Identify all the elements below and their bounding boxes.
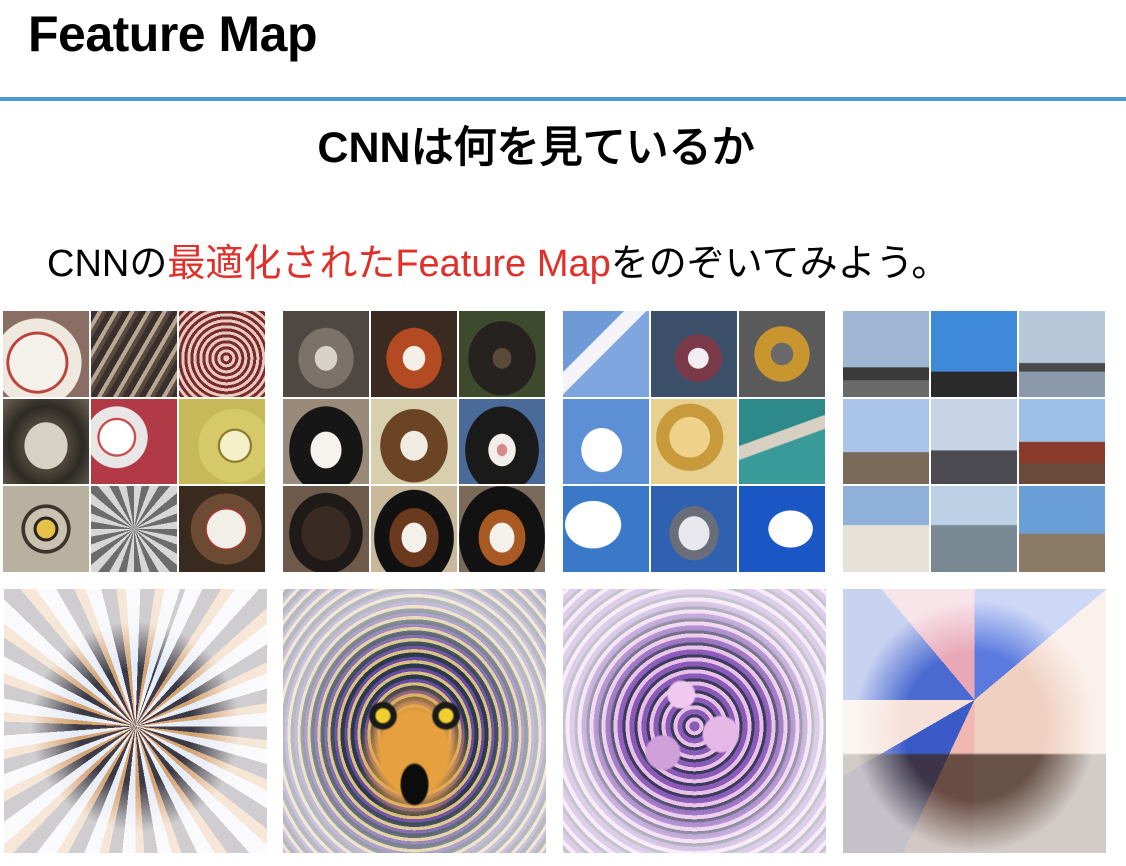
image-patch — [739, 486, 825, 572]
feature-visualization-dog — [283, 589, 546, 853]
image-patch — [739, 398, 825, 485]
image-patch — [91, 398, 177, 485]
image-patch — [179, 486, 265, 572]
image-patch — [371, 486, 457, 572]
patch-grid-clouds — [563, 311, 825, 572]
image-patch — [931, 311, 1017, 397]
image-patch — [563, 311, 649, 397]
image-patch — [1019, 311, 1105, 397]
image-patch — [91, 486, 177, 572]
image-patch — [739, 311, 825, 397]
image-patch — [1019, 486, 1105, 572]
caption-highlight: 最適化されたFeature Map — [167, 243, 611, 285]
image-patch — [3, 486, 89, 572]
image-patch — [371, 398, 457, 485]
image-patch — [651, 398, 737, 485]
image-patch — [843, 311, 929, 397]
image-patch — [563, 398, 649, 485]
image-patch — [651, 311, 737, 397]
feature-visualization-building — [843, 589, 1106, 853]
image-patch — [91, 311, 177, 397]
image-patch — [3, 311, 89, 397]
title-divider — [0, 97, 1126, 101]
image-patch — [283, 398, 369, 485]
feature-visualization-clouds — [563, 589, 826, 853]
image-patch — [179, 398, 265, 485]
image-patch — [459, 398, 545, 485]
patch-grid-buildings — [843, 311, 1105, 572]
image-patch — [3, 398, 89, 485]
slide-caption: CNNの最適化されたFeature Mapをのぞいてみよう。 — [47, 236, 949, 292]
image-patch — [371, 311, 457, 397]
caption-suffix: をのぞいてみよう。 — [610, 243, 950, 285]
image-patch — [931, 398, 1017, 485]
slide-title: Feature Map — [28, 6, 318, 62]
image-patch — [563, 486, 649, 572]
image-patch — [931, 486, 1017, 572]
caption-prefix: CNNの — [47, 243, 168, 285]
patch-grid-baseball — [3, 311, 265, 572]
slide-heading: CNNは何を見ているか — [317, 124, 755, 172]
image-patch — [179, 311, 265, 397]
feature-visualization-baseball — [4, 589, 267, 853]
image-patch — [459, 486, 545, 572]
image-patch — [283, 311, 369, 397]
image-patch — [843, 398, 929, 485]
image-patch — [843, 486, 929, 572]
image-patch — [283, 486, 369, 572]
image-patch — [1019, 398, 1105, 485]
image-patch — [651, 486, 737, 572]
patch-grid-animals — [283, 311, 545, 572]
image-patch — [459, 311, 545, 397]
